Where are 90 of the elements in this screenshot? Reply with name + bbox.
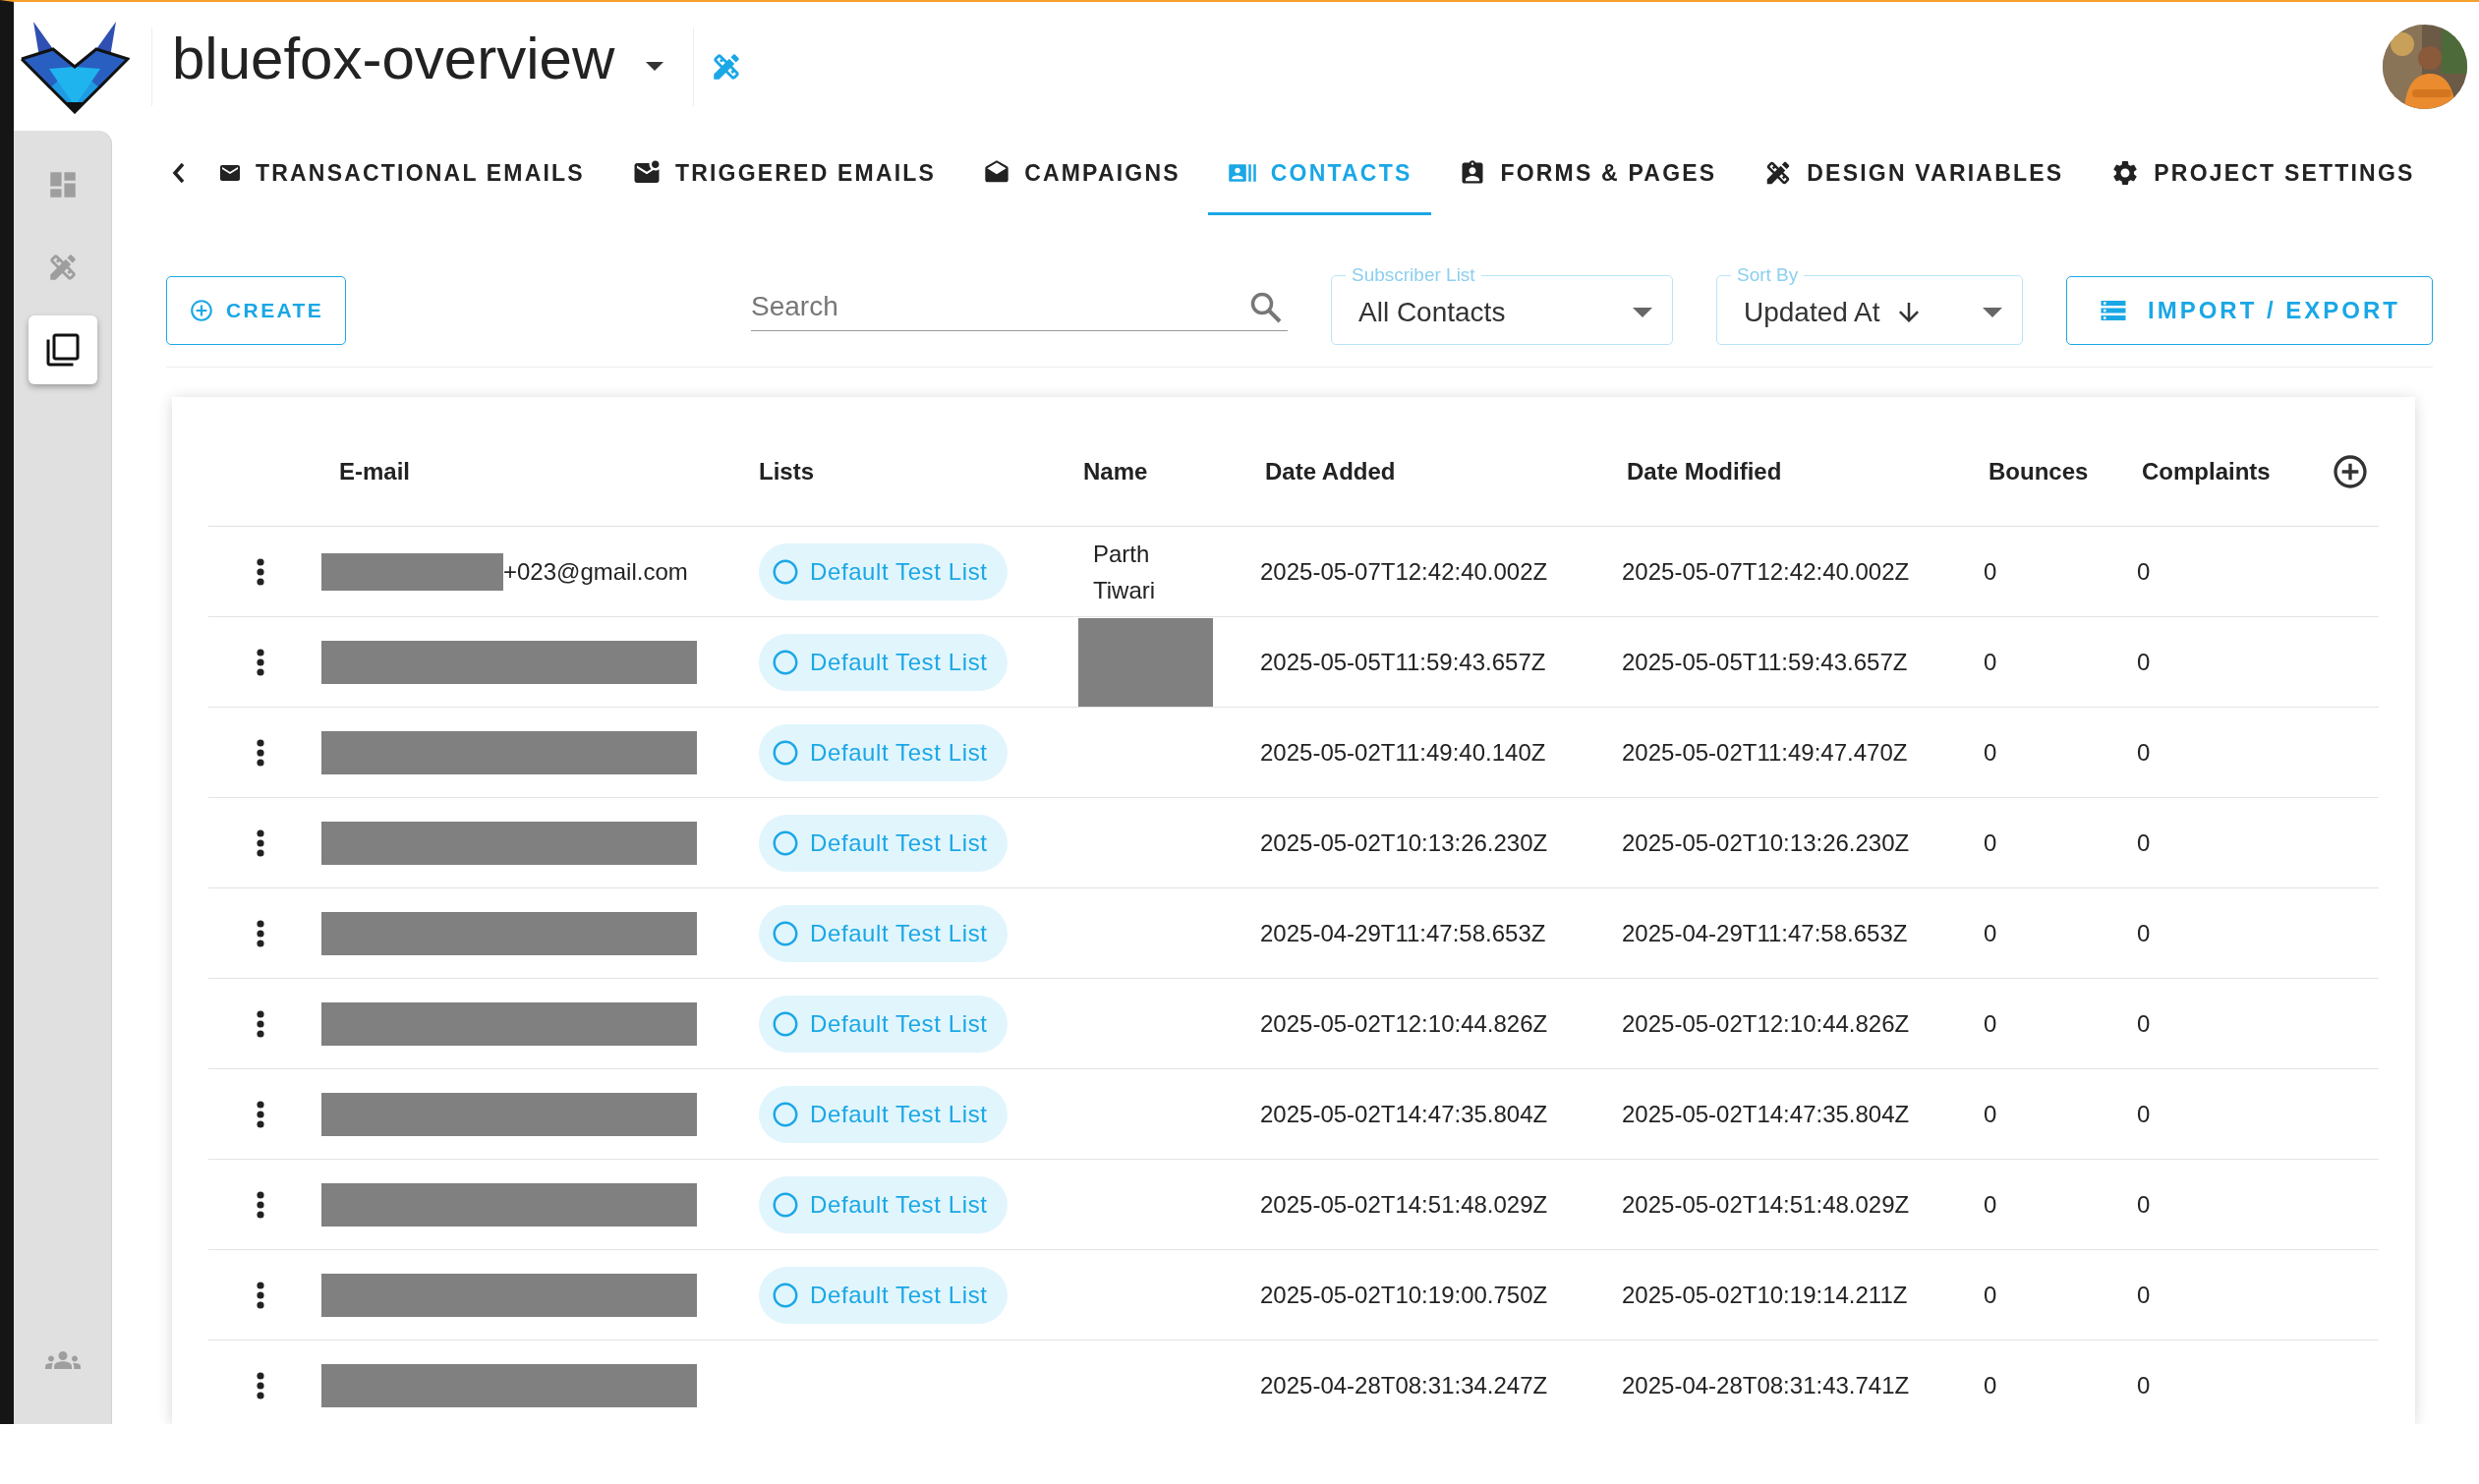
date-text: 2025-04-29T11:47:58.653Z: [1260, 919, 1546, 947]
count-text: 0: [2137, 1009, 2151, 1038]
count-text: 0: [2137, 1100, 2151, 1128]
count-text: 0: [2137, 648, 2151, 676]
date-text: 2025-05-02T14:51:48.029Z: [1260, 1190, 1548, 1219]
count-text: 0: [1984, 1190, 1997, 1219]
list-chip[interactable]: Default Test List: [759, 814, 1008, 872]
more-vert-icon: [257, 828, 264, 857]
sidebar-item[interactable]: [28, 315, 97, 384]
more-vert-icon: [257, 919, 264, 947]
more-vert-icon: [257, 1190, 264, 1219]
list-chip[interactable]: Default Test List: [759, 723, 1008, 781]
count-text: 0: [1984, 828, 1997, 857]
date-text: 2025-05-02T10:13:26.230Z: [1260, 828, 1548, 857]
list-chip[interactable]: Default Test List: [759, 1085, 1008, 1143]
date-text: 2025-05-02T10:19:00.750Z: [1260, 1281, 1548, 1309]
nav-tab[interactable]: FORMS & PAGES: [1439, 131, 1737, 215]
column-header: Date Added: [1264, 457, 1397, 485]
column-header: Name: [1082, 457, 1149, 485]
count-text: 0: [1984, 1281, 1997, 1309]
more-vert-icon: [257, 738, 264, 767]
date-text: 2025-04-29T11:47:58.653Z: [1622, 919, 1908, 947]
column-header: Bounces: [1988, 457, 2090, 485]
more-vert-icon: [257, 1371, 264, 1399]
column-header: Lists: [758, 457, 815, 485]
count-text: 0: [2137, 828, 2151, 857]
project-title: bluefox-overview: [172, 25, 615, 92]
count-text: 0: [1984, 1371, 1997, 1399]
date-text: 2025-05-02T11:49:40.140Z: [1260, 738, 1546, 767]
search-field[interactable]: Search: [751, 282, 1288, 331]
count-text: 0: [2137, 557, 2151, 586]
nav-tab[interactable]: PROJECT SETTINGS: [2091, 131, 2435, 215]
more-vert-icon: [257, 648, 264, 676]
date-text: 2025-05-05T11:59:43.657Z: [1260, 648, 1546, 676]
select-value: Updated At: [1744, 296, 1880, 328]
caret-icon: [1983, 307, 2002, 317]
date-text: 2025-05-02T11:49:47.470Z: [1622, 738, 1908, 767]
search-icon: [1250, 292, 1282, 323]
more-vert-icon: [257, 1100, 264, 1128]
count-text: 0: [1984, 919, 1997, 947]
count-text: 0: [2137, 1281, 2151, 1309]
create-button[interactable]: CREATE: [166, 276, 347, 345]
nav-tab[interactable]: DESIGN VARIABLES: [1744, 131, 2084, 215]
caret-icon: [646, 62, 664, 71]
count-text: 0: [2137, 919, 2151, 947]
list-chip[interactable]: Default Test List: [759, 904, 1008, 962]
column-header: Complaints: [2141, 457, 2272, 485]
nav-tab[interactable]: TRANSACTIONAL EMAILS: [199, 131, 605, 215]
library-icon: [44, 332, 81, 368]
count-text: 0: [1984, 648, 1997, 676]
more-vert-icon: [257, 1281, 264, 1309]
list-chip[interactable]: Default Test List: [759, 995, 1008, 1053]
more-vert-icon: [257, 557, 264, 586]
nav-tab[interactable]: CONTACTS: [1207, 131, 1432, 215]
name-text: Parth Tiwari: [1093, 539, 1157, 605]
count-text: 0: [1984, 738, 1997, 767]
list-chip[interactable]: Default Test List: [759, 542, 1008, 600]
date-text: 2025-05-05T11:59:43.657Z: [1622, 648, 1908, 676]
list-chip[interactable]: Default Test List: [759, 1266, 1008, 1324]
count-text: 0: [1984, 557, 1997, 586]
date-text: 2025-05-02T12:10:44.826Z: [1260, 1009, 1548, 1038]
more-vert-icon: [257, 1009, 264, 1038]
caret-icon: [1633, 307, 1652, 317]
list-chip[interactable]: Default Test List: [759, 633, 1008, 691]
count-text: 0: [2137, 1190, 2151, 1219]
email-text: +023@gmail.com: [503, 557, 688, 586]
date-text: 2025-05-07T12:42:40.002Z: [1622, 557, 1910, 586]
date-text: 2025-05-02T14:51:48.029Z: [1622, 1190, 1910, 1219]
date-text: 2025-05-02T10:19:14.211Z: [1622, 1281, 1908, 1309]
count-text: 0: [2137, 1371, 2151, 1399]
date-text: 2025-05-07T12:42:40.002Z: [1260, 557, 1548, 586]
nav-tab[interactable]: CAMPAIGNS: [963, 131, 1200, 215]
count-text: 0: [1984, 1009, 1997, 1038]
field-label: Subscriber List: [1351, 264, 1476, 286]
count-text: 0: [1984, 1100, 1997, 1128]
chevron-left-icon: [172, 162, 185, 184]
column-header: Date Modified: [1626, 457, 1783, 485]
date-text: 2025-05-02T10:13:26.230Z: [1622, 828, 1910, 857]
count-text: 0: [2137, 738, 2151, 767]
date-text: 2025-05-02T12:10:44.826Z: [1622, 1009, 1910, 1038]
date-text: 2025-04-28T08:31:34.247Z: [1260, 1371, 1548, 1399]
list-chip[interactable]: Default Test List: [759, 1175, 1008, 1233]
column-header: E-mail: [338, 457, 412, 485]
nav-tab[interactable]: TRIGGERED EMAILS: [611, 131, 956, 215]
date-text: 2025-05-02T14:47:35.804Z: [1260, 1100, 1548, 1128]
field-label: Sort By: [1736, 264, 1800, 286]
date-text: 2025-05-02T14:47:35.804Z: [1622, 1100, 1910, 1128]
select-value: All Contacts: [1358, 296, 1506, 328]
date-text: 2025-04-28T08:31:43.741Z: [1622, 1371, 1910, 1399]
import-export-button[interactable]: IMPORT / EXPORT: [2066, 276, 2433, 345]
